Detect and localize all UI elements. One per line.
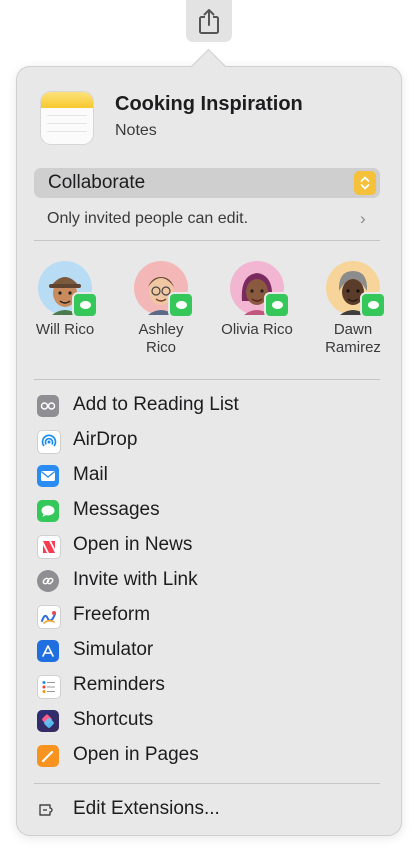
mail-icon bbox=[37, 465, 59, 487]
menu-item-label: Shortcuts bbox=[73, 709, 154, 730]
person-name: Dawn Ramirez bbox=[325, 321, 381, 356]
menu-item-label: Simulator bbox=[73, 639, 154, 660]
collaborate-popup[interactable]: Collaborate bbox=[34, 168, 380, 198]
reminders-icon bbox=[37, 675, 61, 699]
menu-item-freeform[interactable]: Freeform bbox=[35, 601, 381, 631]
news-icon bbox=[37, 535, 61, 559]
chevron-right-icon: › bbox=[360, 209, 366, 228]
collaborate-label: Collaborate bbox=[48, 172, 146, 193]
menu-item-reminders[interactable]: Reminders bbox=[35, 671, 381, 701]
person-olivia-rico[interactable]: Olivia Rico bbox=[209, 261, 305, 339]
person-name: Ashley Rico bbox=[138, 321, 184, 356]
share-popover: Cooking Inspiration Notes Collaborate On… bbox=[16, 66, 402, 836]
messages-badge-icon bbox=[264, 292, 290, 318]
menu-item-label: Mail bbox=[73, 464, 108, 485]
menu-item-shortcuts[interactable]: Shortcuts bbox=[35, 706, 381, 736]
menu-item-add-to-reading-list[interactable]: Add to Reading List bbox=[35, 391, 381, 421]
menu-item-label: Freeform bbox=[73, 604, 151, 625]
memoji-will-avatar bbox=[38, 261, 98, 318]
freeform-icon bbox=[37, 605, 61, 629]
reading-list-icon bbox=[37, 395, 59, 417]
messages-icon bbox=[37, 500, 59, 522]
person-name: Olivia Rico bbox=[221, 321, 293, 338]
extensions-icon bbox=[37, 799, 59, 821]
divider bbox=[34, 240, 380, 241]
menu-item-airdrop[interactable]: AirDrop bbox=[35, 426, 381, 456]
person-dawn-ramirez[interactable]: Dawn Ramirez bbox=[305, 261, 401, 357]
menu-item-open-in-news[interactable]: Open in News bbox=[35, 531, 381, 561]
edit-extensions-label: Edit Extensions... bbox=[73, 798, 220, 819]
menu-item-label: Invite with Link bbox=[73, 569, 198, 590]
permission-text: Only invited people can edit. bbox=[47, 210, 249, 227]
person-will-rico[interactable]: Will Rico bbox=[17, 261, 113, 339]
menu-item-invite-with-link[interactable]: Invite with Link bbox=[35, 566, 381, 596]
person-name: Will Rico bbox=[35, 321, 95, 338]
share-icon bbox=[199, 9, 219, 34]
document-title: Cooking Inspiration bbox=[115, 93, 303, 115]
person-ashley-rico[interactable]: Ashley Rico bbox=[113, 261, 209, 357]
menu-item-label: Messages bbox=[73, 499, 160, 520]
menu-item-label: Add to Reading List bbox=[73, 394, 239, 415]
divider bbox=[34, 783, 380, 784]
edit-extensions-button[interactable]: Edit Extensions... bbox=[35, 795, 381, 825]
divider bbox=[34, 379, 380, 380]
menu-item-mail[interactable]: Mail bbox=[35, 461, 381, 491]
simulator-icon bbox=[37, 640, 59, 662]
memoji-dawn-avatar bbox=[326, 261, 386, 318]
pages-icon bbox=[37, 745, 59, 767]
menu-item-label: Reminders bbox=[73, 674, 165, 695]
link-icon bbox=[37, 570, 59, 592]
share-button[interactable] bbox=[186, 0, 232, 42]
memoji-olivia-avatar bbox=[230, 261, 290, 318]
menu-item-open-in-pages[interactable]: Open in Pages bbox=[35, 741, 381, 771]
menu-item-label: Open in Pages bbox=[73, 744, 199, 765]
memoji-ashley-avatar bbox=[134, 261, 194, 318]
shortcuts-icon bbox=[37, 710, 59, 732]
menu-item-label: Open in News bbox=[73, 534, 193, 555]
messages-badge-icon bbox=[360, 292, 386, 318]
notes-app-icon bbox=[40, 91, 94, 145]
messages-badge-icon bbox=[72, 292, 98, 318]
menu-item-messages[interactable]: Messages bbox=[35, 496, 381, 526]
app-name: Notes bbox=[115, 122, 157, 139]
airdrop-icon bbox=[37, 430, 61, 454]
messages-badge-icon bbox=[168, 292, 194, 318]
menu-item-simulator[interactable]: Simulator bbox=[35, 636, 381, 666]
menu-item-label: AirDrop bbox=[73, 429, 138, 450]
updown-chevron-icon bbox=[354, 171, 376, 195]
